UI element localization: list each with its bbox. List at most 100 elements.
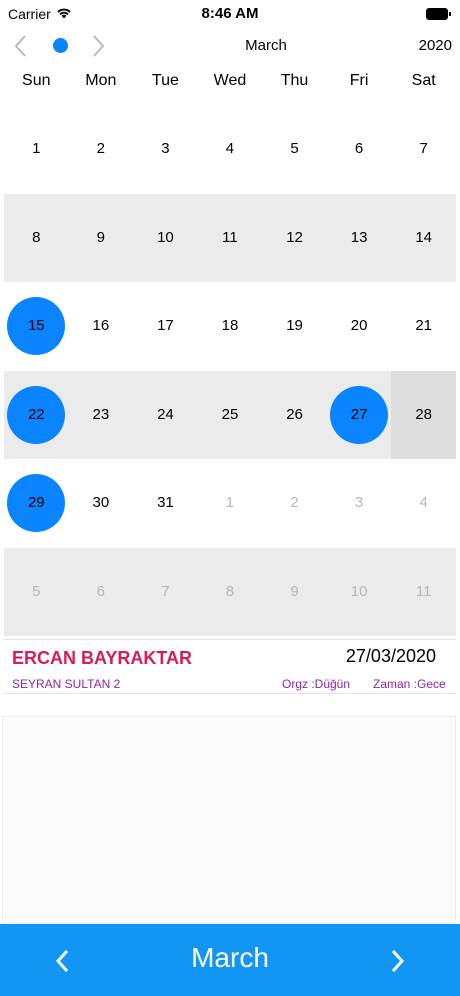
weekday-label: Fri <box>349 72 369 89</box>
day-number: 13 <box>350 228 368 246</box>
event-organization: Orgz :Düğün <box>282 677 351 691</box>
battery-icon <box>426 8 452 20</box>
day-number: 16 <box>92 317 110 335</box>
day-cell[interactable]: 26 <box>262 371 327 460</box>
week-row: 5 6 7 8 9 10 11 <box>4 547 456 637</box>
event-card[interactable]: ERCAN BAYRAKTAR 27/03/2020 SEYRAN SULTAN… <box>4 640 456 693</box>
weekday-label: Wed <box>213 72 247 89</box>
event-place: SEYRAN SULTAN 2 <box>12 677 121 691</box>
day-number: 1 <box>225 494 235 512</box>
day-number: 9 <box>96 228 106 246</box>
day-number: 4 <box>225 140 235 158</box>
day-number: 26 <box>286 405 303 423</box>
weekday-label: Mon <box>85 72 117 89</box>
day-number: 6 <box>96 582 106 600</box>
day-number: 20 <box>350 317 368 335</box>
day-cell[interactable]: 11 <box>198 194 263 283</box>
day-cell[interactable]: 3 <box>327 459 392 548</box>
day-number: 7 <box>419 140 428 158</box>
day-number: 11 <box>222 228 238 246</box>
event-date: 27/03/2020 <box>345 646 436 666</box>
day-cell[interactable]: 2 <box>262 459 327 548</box>
day-number: 2 <box>96 140 106 158</box>
day-number: 3 <box>354 494 364 512</box>
day-number: 8 <box>32 228 41 246</box>
day-number: 29 <box>27 494 45 512</box>
day-cell[interactable]: 1 <box>4 105 69 194</box>
day-number: 11 <box>415 582 432 600</box>
day-cell[interactable]: 13 <box>327 194 392 283</box>
day-cell[interactable]: 14 <box>391 194 456 283</box>
day-number: 1 <box>32 140 41 158</box>
status-time: 8:46 AM <box>201 5 259 22</box>
day-number: 5 <box>32 582 41 600</box>
day-number: 10 <box>157 228 174 246</box>
header-year: 2020 <box>418 37 452 54</box>
bottom-month-bar: March <box>0 924 460 996</box>
day-cell[interactable]: 8 <box>198 548 263 637</box>
day-number: 6 <box>354 140 364 158</box>
chevron-right-icon[interactable] <box>386 946 410 976</box>
day-cell[interactable]: 4 <box>198 105 263 194</box>
weekday-header: Sun Mon Tue Wed Thu Fri Sat <box>4 72 456 98</box>
day-cell[interactable]: 25 <box>198 371 263 460</box>
day-number: 28 <box>415 405 432 423</box>
day-cell[interactable]: 17 <box>133 282 198 371</box>
week-row: 1 2 3 4 5 6 7 <box>4 105 456 194</box>
day-cell[interactable]: 9 <box>262 548 327 637</box>
day-cell[interactable]: 12 <box>262 194 327 283</box>
weekday-label: Sun <box>22 72 51 89</box>
weekday-label: Sat <box>411 72 436 89</box>
day-cell[interactable]: 21 <box>391 282 456 371</box>
day-cell[interactable]: 24 <box>133 371 198 460</box>
day-cell[interactable]: 22 <box>4 371 69 460</box>
day-number: 4 <box>419 494 428 512</box>
day-number: 2 <box>290 494 299 512</box>
day-cell[interactable]: 19 <box>262 282 327 371</box>
day-cell[interactable]: 3 <box>133 105 198 194</box>
day-number: 30 <box>92 494 110 512</box>
day-cell[interactable]: 23 <box>69 371 134 460</box>
day-cell[interactable]: 30 <box>69 459 134 548</box>
day-number: 23 <box>92 405 110 423</box>
day-number: 25 <box>221 405 239 423</box>
day-cell[interactable]: 2 <box>69 105 134 194</box>
day-cell[interactable]: 20 <box>327 282 392 371</box>
day-number: 31 <box>157 494 174 512</box>
day-number: 12 <box>286 228 303 246</box>
day-cell[interactable]: 10 <box>133 194 198 283</box>
day-number: 9 <box>290 582 299 600</box>
day-cell[interactable]: 4 <box>391 459 456 548</box>
day-cell[interactable]: 5 <box>262 105 327 194</box>
day-number: 7 <box>161 582 170 600</box>
day-cell[interactable]: 6 <box>327 105 392 194</box>
header-month: March <box>245 37 287 54</box>
day-cell[interactable]: 6 <box>69 548 134 637</box>
day-cell[interactable]: 29 <box>4 459 69 548</box>
day-number: 8 <box>225 582 235 600</box>
week-row: 15 16 17 18 19 20 21 <box>4 282 456 371</box>
day-cell[interactable]: 1 <box>198 459 263 548</box>
day-cell[interactable]: 11 <box>391 548 456 637</box>
day-cell[interactable]: 31 <box>133 459 198 548</box>
day-cell[interactable]: 28 <box>391 370 456 459</box>
day-cell[interactable]: 16 <box>69 282 134 371</box>
day-cell[interactable]: 10 <box>327 548 392 637</box>
day-cell[interactable]: 5 <box>4 548 69 637</box>
calendar-header: March 2020 <box>0 28 460 64</box>
day-cell[interactable]: 18 <box>198 282 263 371</box>
event-name: ERCAN BAYRAKTAR <box>12 648 193 668</box>
day-cell[interactable]: 7 <box>391 105 456 194</box>
weekday-label: Tue <box>151 72 179 89</box>
day-cell[interactable]: 15 <box>4 282 69 371</box>
day-number: 15 <box>27 317 45 335</box>
day-cell[interactable]: 8 <box>4 194 69 283</box>
day-cell[interactable]: 9 <box>69 194 134 283</box>
day-cell[interactable]: 7 <box>133 548 198 637</box>
today-button[interactable] <box>53 38 68 53</box>
event-list-area[interactable] <box>2 716 456 924</box>
week-row: 8 9 10 11 12 13 14 <box>4 193 456 283</box>
day-cell[interactable]: 27 <box>327 371 392 460</box>
chevron-left-icon[interactable] <box>10 32 32 60</box>
chevron-right-icon[interactable] <box>87 32 109 60</box>
